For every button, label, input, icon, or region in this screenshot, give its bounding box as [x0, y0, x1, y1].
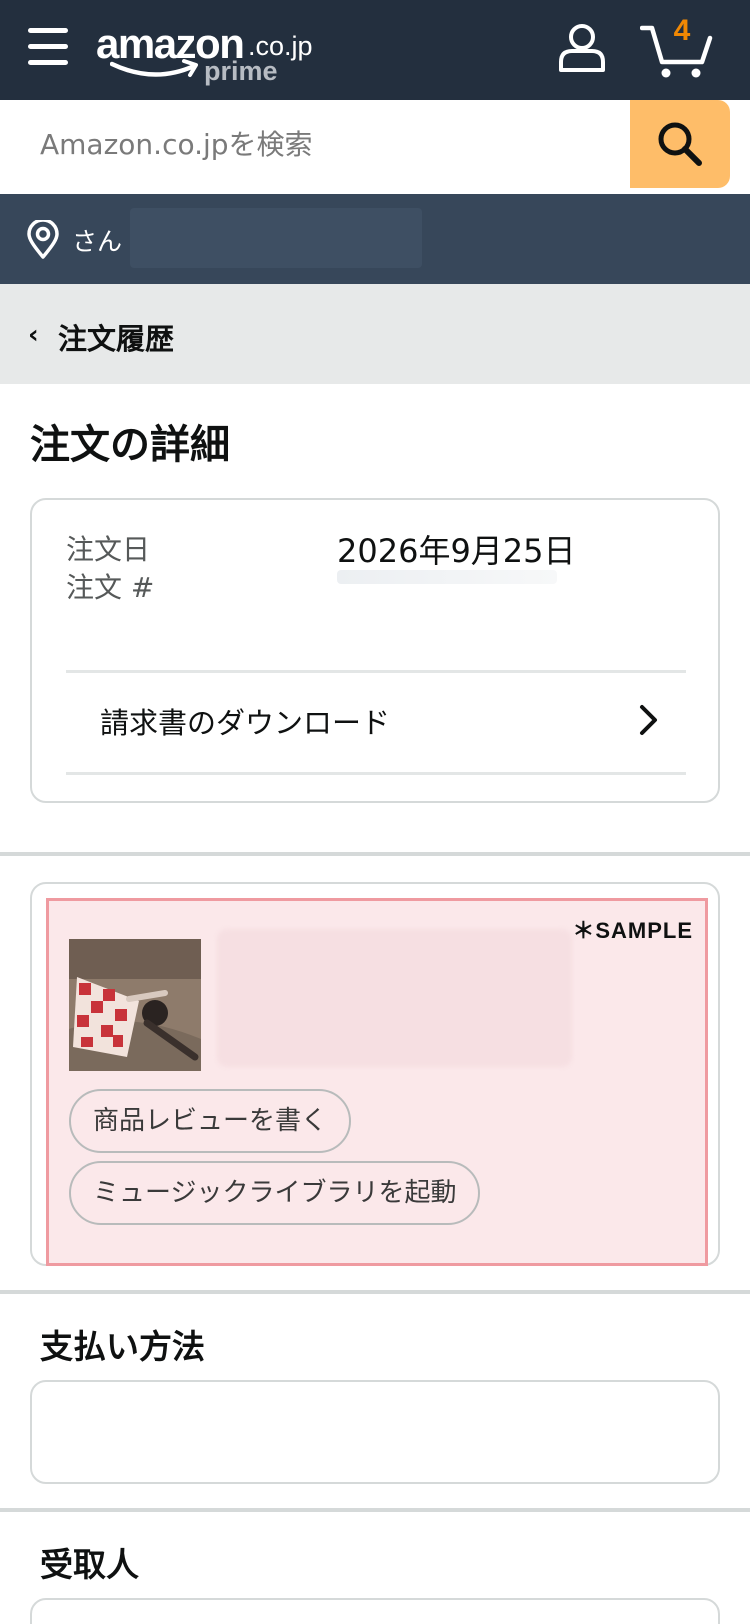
launch-music-library-button[interactable]: ミュージックライブラリを起動 — [69, 1161, 481, 1225]
logo-prime: prime — [204, 56, 278, 86]
section-separator — [0, 852, 750, 856]
product-thumbnail[interactable] — [69, 939, 201, 1071]
top-nav-bar: amazon .co.jp prime 4 — [0, 0, 750, 100]
order-item-card: ＊SAMPLE 商品レビューを書く ミュージックライブラリを起動 — [30, 882, 720, 1266]
product-image — [69, 939, 201, 1071]
invoice-download-label: 請求書のダウンロード — [100, 706, 391, 740]
breadcrumb[interactable]: ‹ 注文履歴 — [0, 284, 750, 384]
divider — [66, 772, 686, 775]
payment-method-card — [30, 1380, 720, 1484]
chevron-left-icon: ‹ — [28, 320, 39, 350]
search-button[interactable] — [630, 100, 730, 188]
order-summary-card: 注文日 2026年9月25日 注文 # 請求書のダウンロード — [30, 498, 720, 803]
chevron-right-icon — [640, 705, 657, 735]
delivery-location-bar[interactable]: さん — [0, 194, 750, 284]
page-title: 注文の詳細 — [30, 422, 230, 468]
recipient-card — [30, 1598, 720, 1624]
logo-smile-icon — [110, 59, 198, 77]
location-pin-icon — [27, 220, 59, 259]
write-review-button[interactable]: 商品レビューを書く — [69, 1089, 352, 1153]
breadcrumb-link-order-history[interactable]: 注文履歴 — [58, 316, 174, 358]
order-date-value: 2026年9月25日 — [337, 532, 576, 570]
location-label: さん — [72, 227, 123, 256]
order-number-label: 注文 # — [66, 571, 155, 604]
search-bar — [20, 100, 730, 188]
order-date-label: 注文日 — [66, 533, 151, 566]
sample-overlay: ＊SAMPLE 商品レビューを書く ミュージックライブラリを起動 — [46, 898, 708, 1266]
section-separator — [0, 1508, 750, 1512]
cart-count-badge: 4 — [673, 14, 691, 47]
recipient-heading: 受取人 — [40, 1545, 139, 1584]
cart-button[interactable]: 4 — [640, 14, 720, 80]
search-icon — [658, 122, 702, 166]
product-title-redacted — [217, 929, 572, 1067]
invoice-download-link[interactable]: 請求書のダウンロード — [32, 672, 718, 768]
payment-method-heading: 支払い方法 — [40, 1327, 205, 1366]
hamburger-menu-icon[interactable] — [28, 28, 70, 66]
order-number-redacted — [337, 570, 557, 584]
amazon-logo[interactable]: amazon .co.jp prime — [96, 14, 336, 90]
redacted-address — [130, 208, 422, 268]
account-icon[interactable] — [556, 22, 608, 74]
search-input[interactable] — [20, 100, 630, 188]
section-separator — [0, 1290, 750, 1294]
sample-watermark: ＊SAMPLE — [572, 918, 693, 943]
